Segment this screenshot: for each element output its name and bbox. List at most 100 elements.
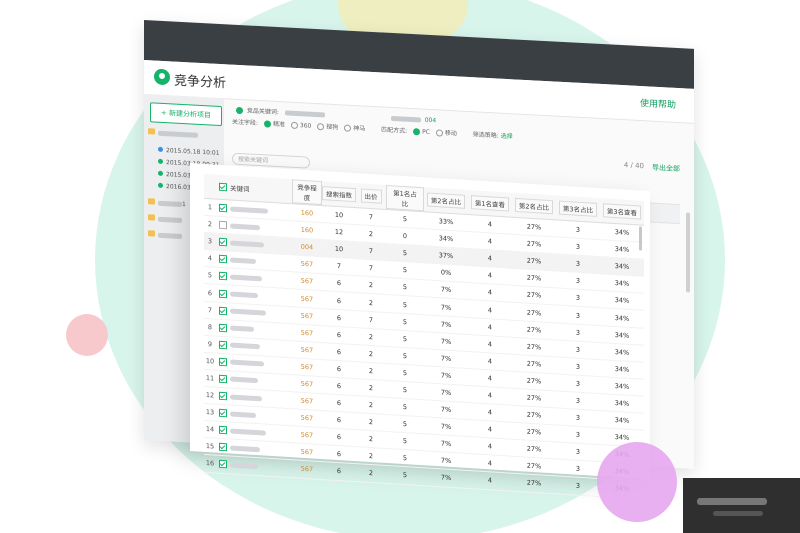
header-rank3-view[interactable]: 第3名查看 xyxy=(600,198,644,226)
header-rank1-view[interactable]: 第1名查看 xyxy=(468,190,512,218)
export-all-button[interactable]: 导出全部 xyxy=(652,163,680,174)
header-rank3-share[interactable]: 第3名占比 xyxy=(556,195,600,223)
row-checkbox[interactable] xyxy=(219,289,227,298)
header-rank2-share-b[interactable]: 第2名占比 xyxy=(512,192,556,220)
redacted-text xyxy=(284,110,325,118)
row-checkbox[interactable] xyxy=(219,443,227,452)
row-index: 6 xyxy=(204,283,216,302)
tree-item-label: 2015.05.18 10:01 xyxy=(166,147,220,157)
row-index: 16 xyxy=(204,454,216,473)
row-checkbox-cell[interactable] xyxy=(216,216,230,235)
app-title: 竞争分析 xyxy=(174,73,227,92)
row-checkbox-cell[interactable] xyxy=(216,250,230,269)
search-index-cell: 567 xyxy=(292,357,322,377)
tree-item-time[interactable]: 2015.05.18 10:01 xyxy=(158,146,220,157)
rank3-share-cell: 3 xyxy=(556,476,600,497)
radio-pc[interactable] xyxy=(413,128,421,136)
radio-360[interactable] xyxy=(290,121,298,130)
help-link[interactable]: 使用帮助 xyxy=(640,96,676,111)
radio-sogou[interactable] xyxy=(317,123,325,131)
header-rank2-share[interactable]: 第2名占比 xyxy=(424,187,468,215)
header-select-all[interactable] xyxy=(216,174,230,200)
row-checkbox[interactable] xyxy=(219,238,227,247)
row-checkbox[interactable] xyxy=(219,272,227,281)
competition-cell: 6 xyxy=(322,410,356,430)
redacted-text xyxy=(158,130,198,138)
row-checkbox-cell[interactable] xyxy=(216,301,230,320)
tree-item-group[interactable] xyxy=(148,128,198,139)
row-checkbox[interactable] xyxy=(219,220,227,230)
redacted-keyword xyxy=(230,257,256,264)
status-dot-icon xyxy=(236,106,243,115)
row-checkbox[interactable] xyxy=(219,323,227,332)
search-index-cell: 567 xyxy=(292,272,322,292)
row-checkbox-cell[interactable] xyxy=(216,284,230,303)
competition-cell: 6 xyxy=(322,376,356,396)
radio-shenma[interactable] xyxy=(344,124,352,132)
vertical-scrollbar[interactable] xyxy=(686,212,690,293)
header-label: 第3名查看 xyxy=(602,203,642,220)
row-checkbox[interactable] xyxy=(219,374,227,384)
header-rank1-share[interactable]: 第1名占比 xyxy=(386,184,424,212)
watermark-block xyxy=(683,478,800,533)
row-checkbox-cell[interactable] xyxy=(216,421,230,440)
header-competition[interactable]: 竞争程度 xyxy=(292,179,322,206)
header-label: 第1名查看 xyxy=(470,195,510,212)
row-checkbox-cell[interactable] xyxy=(216,199,230,218)
strategy-label: 筛选策略: xyxy=(472,131,499,140)
row-index: 12 xyxy=(204,386,216,405)
row-checkbox-cell[interactable] xyxy=(216,352,230,371)
tree-item-folder[interactable]: 1 xyxy=(148,198,186,208)
status-dot-icon xyxy=(158,182,163,188)
header-search-index[interactable]: 搜索指数 xyxy=(322,181,356,208)
header-bid[interactable]: 出价 xyxy=(356,183,386,210)
row-checkbox[interactable] xyxy=(219,460,227,469)
redacted-keyword xyxy=(230,240,264,248)
row-checkbox-cell[interactable] xyxy=(216,404,230,423)
header-label: 出价 xyxy=(360,188,382,204)
row-checkbox[interactable] xyxy=(219,255,227,264)
radio-mobile[interactable] xyxy=(435,129,443,137)
select-all-checkbox[interactable] xyxy=(219,182,227,192)
row-checkbox-cell[interactable] xyxy=(216,335,230,354)
header-keyword[interactable]: 关键词 xyxy=(230,175,292,204)
row-checkbox-cell[interactable] xyxy=(216,318,230,337)
competition-cell: 6 xyxy=(322,427,356,447)
tree-item-folder[interactable] xyxy=(148,230,182,240)
strategy-select-link[interactable]: 选择 xyxy=(501,133,513,141)
radio-precise[interactable] xyxy=(263,120,271,128)
row-index: 2 xyxy=(204,215,216,234)
search-index-cell: 160 xyxy=(292,203,322,223)
row-checkbox[interactable] xyxy=(219,426,227,435)
competition-cell: 12 xyxy=(322,222,356,242)
header-label: 第3名占比 xyxy=(558,200,598,217)
competition-cell: 10 xyxy=(322,239,356,259)
row-checkbox[interactable] xyxy=(219,203,227,213)
redacted-keyword xyxy=(230,445,260,453)
table-body: 1 160 10 7 5 33% 4 27% 3 34% 2 160 12 2 0 34% 4 27% 3 34% 3 0… xyxy=(204,198,644,499)
new-project-button[interactable]: + 新建分析项目 xyxy=(150,102,222,127)
row-checkbox-cell[interactable] xyxy=(216,455,230,474)
folder-icon xyxy=(148,198,155,205)
row-checkbox-cell[interactable] xyxy=(216,370,230,388)
row-checkbox-cell[interactable] xyxy=(216,233,230,252)
row-checkbox[interactable] xyxy=(219,391,227,401)
redacted-keyword xyxy=(230,411,256,418)
row-checkbox[interactable] xyxy=(219,306,227,315)
row-checkbox-cell[interactable] xyxy=(216,267,230,286)
competition-cell: 6 xyxy=(322,308,356,328)
row-checkbox-cell[interactable] xyxy=(216,387,230,406)
row-checkbox-cell[interactable] xyxy=(216,438,230,457)
tree-item-folder[interactable] xyxy=(148,214,182,224)
search-index-cell: 567 xyxy=(292,323,322,343)
redacted-keyword xyxy=(230,205,268,214)
table-scrollbar[interactable] xyxy=(639,226,642,251)
row-checkbox[interactable] xyxy=(219,408,227,418)
header-index xyxy=(204,173,216,200)
bid-cell: 2 xyxy=(356,224,386,244)
row-checkbox[interactable] xyxy=(219,340,227,350)
bid-cell: 7 xyxy=(356,207,386,227)
redacted-text xyxy=(158,200,182,207)
bid-cell: 2 xyxy=(356,378,386,398)
row-checkbox[interactable] xyxy=(219,357,227,367)
